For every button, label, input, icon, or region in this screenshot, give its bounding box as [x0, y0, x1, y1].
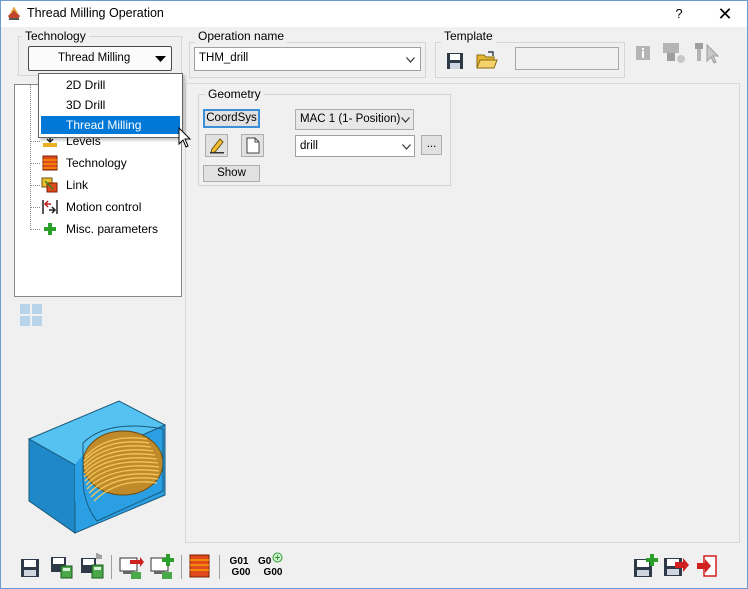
tree-connector	[30, 185, 40, 186]
mouse-cursor-icon	[178, 127, 192, 148]
save-calculate-icon[interactable]	[49, 555, 73, 579]
g01-label: G01	[229, 556, 249, 567]
operation-name-combo[interactable]: THM_drill	[194, 47, 421, 71]
help-button[interactable]: ?	[668, 4, 690, 24]
tree-item-label: Motion control	[66, 200, 142, 214]
toolbar-separator	[111, 555, 112, 579]
mac-value: MAC 1 (1- Position)	[300, 113, 401, 125]
view-grid-icon[interactable]	[19, 303, 43, 327]
pencil-icon	[210, 138, 224, 154]
tree-connector	[30, 85, 31, 230]
g00-label: G00	[231, 567, 251, 578]
title-bar: Thread Milling Operation ? ✕	[1, 1, 747, 27]
operation-name-value: THM_drill	[199, 52, 249, 64]
new-geometry-button[interactable]	[241, 134, 264, 157]
tree-item-label: Link	[66, 178, 89, 192]
toolbar-separator	[219, 555, 220, 579]
save-icon[interactable]	[19, 557, 41, 579]
dropdown-item-2d-drill[interactable]: 2D Drill	[41, 76, 180, 94]
coordsys-button[interactable]: CoordSys	[203, 109, 260, 128]
save-calculate-all-icon[interactable]	[79, 552, 105, 579]
part-preview-image	[27, 400, 167, 534]
motion-control-icon	[42, 200, 58, 214]
technology-label: Technology	[22, 29, 89, 43]
simulate-add-icon[interactable]	[149, 553, 175, 580]
show-button[interactable]: Show	[203, 165, 260, 182]
tree-item-label: Technology	[66, 156, 127, 170]
save-add-icon[interactable]	[633, 554, 659, 578]
tree-connector	[30, 141, 40, 142]
tree-connector	[30, 229, 40, 230]
app-icon	[8, 7, 20, 20]
save-template-icon[interactable]	[446, 52, 464, 70]
dropdown-item-thread-milling[interactable]: Thread Milling	[41, 116, 180, 134]
tool-select-icon[interactable]	[693, 41, 721, 65]
chevron-down-icon	[155, 56, 166, 62]
technology-dropdown-list: 2D Drill 3D Drill Thread Milling	[38, 73, 183, 138]
template-label: Template	[441, 29, 496, 43]
geometry-label: Geometry	[205, 87, 264, 101]
chevron-down-icon	[401, 117, 410, 123]
tree-connector	[30, 163, 40, 164]
save-exit-icon[interactable]	[663, 554, 689, 578]
info-icon[interactable]	[636, 46, 650, 60]
geometry-value: drill	[300, 140, 318, 152]
close-button[interactable]: ✕	[713, 3, 737, 25]
open-template-icon[interactable]	[476, 51, 498, 71]
g0-badge-icon	[272, 552, 283, 563]
dropdown-item-3d-drill[interactable]: 3D Drill	[41, 96, 180, 114]
chevron-down-icon	[406, 57, 415, 63]
toolbar-separator	[181, 555, 182, 579]
tree-connector	[30, 207, 40, 208]
tool-holder-icon[interactable]	[661, 41, 687, 65]
technology-combo-value: Thread Milling	[58, 52, 131, 64]
new-document-icon	[246, 137, 260, 154]
geometry-combo[interactable]: drill	[295, 135, 415, 157]
technology-combo[interactable]: Thread Milling	[28, 46, 172, 71]
technology-stack-icon[interactable]	[188, 553, 212, 579]
operation-name-label: Operation name	[195, 29, 288, 43]
tree-item-label: Misc. parameters	[66, 222, 159, 236]
window-title: Thread Milling Operation	[27, 6, 164, 20]
more-button[interactable]: ...	[421, 135, 442, 155]
chevron-down-icon	[402, 144, 411, 150]
exit-icon[interactable]	[696, 554, 718, 578]
edit-geometry-button[interactable]	[205, 134, 228, 157]
dialog-window: Thread Milling Operation ? ✕ Technology …	[0, 0, 748, 589]
g00b-label: G00	[263, 567, 283, 578]
simulate-icon[interactable]	[118, 554, 144, 580]
technology-icon	[42, 155, 58, 171]
mac-combo[interactable]: MAC 1 (1- Position)	[295, 109, 414, 130]
template-field[interactable]	[515, 47, 619, 70]
link-icon	[41, 177, 58, 193]
g01-g00-button[interactable]: G01 G00	[227, 556, 251, 578]
plus-icon	[44, 223, 56, 235]
